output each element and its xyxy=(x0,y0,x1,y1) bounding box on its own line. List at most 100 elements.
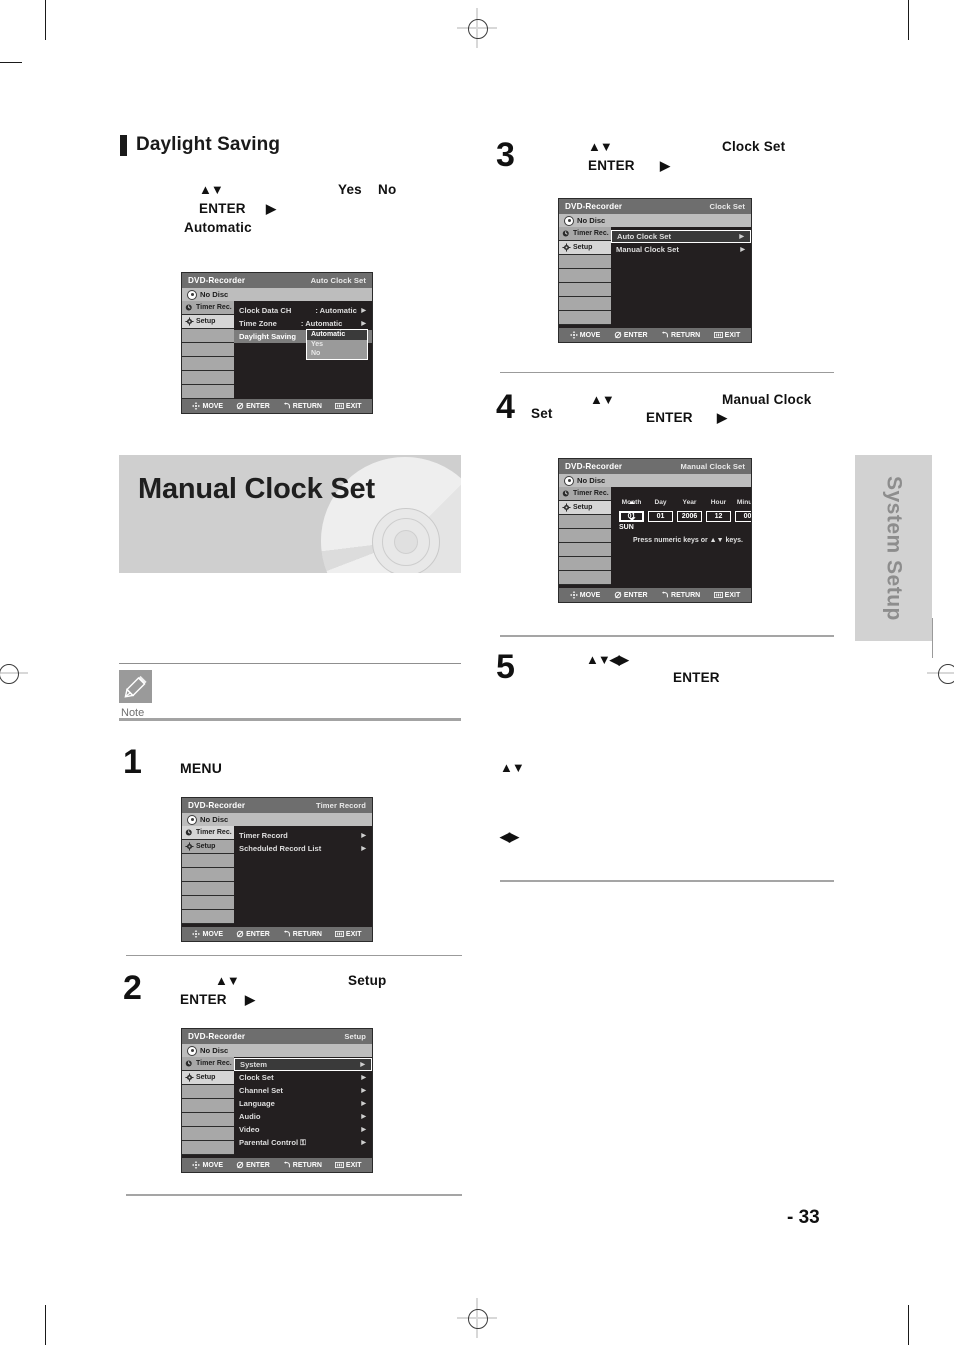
osd-main-panel: Timer Record ▶ Scheduled Record List ▶ xyxy=(234,826,372,927)
footer-move[interactable]: MOVE xyxy=(192,930,223,938)
step-number-3: 3 xyxy=(496,136,515,174)
key-set-step4: Set xyxy=(531,406,553,421)
osd-row-value: : Automatic xyxy=(315,306,357,315)
daylight-saving-dropdown[interactable]: Automatic Yes No xyxy=(306,329,368,360)
osd-footer-bar: MOVE ENTER RETURN EXIT xyxy=(559,328,751,342)
sidebar-item-timer-rec[interactable]: Timer Rec. xyxy=(182,826,234,840)
footer-enter[interactable]: ENTER xyxy=(614,331,648,339)
sidebar-item-setup[interactable]: Setup xyxy=(559,241,611,255)
gear-icon xyxy=(185,317,194,326)
enter-icon xyxy=(614,331,622,339)
separator-after-step2 xyxy=(126,1194,462,1196)
osd-timer-record[interactable]: DVD-Recorder Timer Record No Disc Timer … xyxy=(181,797,373,942)
osd-footer-bar: MOVE ENTER RETURN EXIT xyxy=(182,927,372,941)
footer-exit[interactable]: EXIT xyxy=(334,402,361,410)
footer-exit[interactable]: EXIT xyxy=(713,331,740,339)
footer-return[interactable]: RETURN xyxy=(661,591,700,599)
chevron-right-icon: ▶ xyxy=(361,308,366,314)
footer-return[interactable]: RETURN xyxy=(283,402,322,410)
osd-row-audio[interactable]: Audio ▶ xyxy=(234,1110,372,1123)
sidebar-item-timer-rec[interactable]: Timer Rec. xyxy=(559,487,611,501)
key-clock-set-step3: Clock Set xyxy=(722,139,786,154)
sidebar-row-blank xyxy=(182,371,234,385)
return-icon xyxy=(283,402,290,409)
sidebar-row-blank xyxy=(182,1099,234,1113)
crop-mark-top-left-v xyxy=(45,0,46,40)
sidebar-item-setup[interactable]: Setup xyxy=(182,315,234,329)
return-icon xyxy=(283,930,290,937)
key-quad-arrows-step5: ▲▼◀▶ xyxy=(586,652,629,667)
footer-enter[interactable]: ENTER xyxy=(614,591,648,599)
footer-enter[interactable]: ENTER xyxy=(236,1161,270,1169)
footer-move[interactable]: MOVE xyxy=(569,331,600,339)
key-updown-step3: ▲▼ xyxy=(588,139,613,154)
osd-sidebar: Timer Rec. Setup xyxy=(559,227,611,328)
crop-mark-bottom-left-v xyxy=(45,1305,46,1345)
osd-row-scheduled-record-list[interactable]: Scheduled Record List ▶ xyxy=(234,842,372,855)
timer-rec-icon xyxy=(185,829,192,836)
sidebar-item-timer-rec[interactable]: Timer Rec. xyxy=(182,301,234,315)
footer-move[interactable]: MOVE xyxy=(192,1161,223,1169)
osd-setup-menu[interactable]: DVD-Recorder Setup No Disc Timer Rec. Se… xyxy=(181,1028,373,1173)
footer-return[interactable]: RETURN xyxy=(661,331,700,339)
dropdown-option-automatic[interactable]: Automatic xyxy=(307,330,367,340)
osd-screen-name: Timer Record xyxy=(315,801,366,810)
timer-rec-icon xyxy=(185,1060,192,1067)
osd-row-language[interactable]: Language ▶ xyxy=(234,1097,372,1110)
key-enter-step2: ENTER xyxy=(180,992,227,1007)
clock-field-minute[interactable]: 00 xyxy=(735,511,751,522)
dpad-icon xyxy=(192,1161,201,1169)
osd-row-label: Language xyxy=(239,1099,275,1108)
footer-move[interactable]: MOVE xyxy=(569,591,600,599)
footer-enter[interactable]: ENTER xyxy=(236,930,270,938)
osd-disc-status-label: No Disc xyxy=(577,476,606,485)
clock-field-year[interactable]: 2006 xyxy=(677,511,702,522)
osd-row-auto-clock-set[interactable]: Auto Clock Set ▶ xyxy=(611,230,751,243)
osd-row-clock-data-ch[interactable]: Clock Data CH : Automatic ▶ xyxy=(234,304,372,317)
sidebar-item-timer-rec[interactable]: Timer Rec. xyxy=(559,227,611,241)
exit-icon xyxy=(713,332,723,338)
exit-icon xyxy=(334,931,344,937)
footer-enter[interactable]: ENTER xyxy=(236,402,270,410)
sidebar-item-timer-rec[interactable]: Timer Rec. xyxy=(182,1057,234,1071)
key-setup-step2: Setup xyxy=(348,973,387,988)
footer-exit[interactable]: EXIT xyxy=(334,1161,361,1169)
osd-row-system[interactable]: System ▶ xyxy=(234,1058,372,1071)
osd-clock-set[interactable]: DVD-Recorder Clock Set No Disc Timer Rec… xyxy=(558,198,752,343)
sidebar-row-blank xyxy=(559,515,611,529)
osd-row-manual-clock-set[interactable]: Manual Clock Set ▶ xyxy=(611,243,751,256)
sidebar-item-setup[interactable]: Setup xyxy=(182,1071,234,1085)
osd-row-clock-set[interactable]: Clock Set ▶ xyxy=(234,1071,372,1084)
chevron-right-icon: ▶ xyxy=(361,1127,366,1133)
footer-return-label: RETURN xyxy=(671,591,701,599)
clock-field-day[interactable]: 01 xyxy=(648,511,673,522)
crop-mark-top-right-v xyxy=(908,0,909,40)
footer-return[interactable]: RETURN xyxy=(283,930,322,938)
osd-row-channel-set[interactable]: Channel Set ▶ xyxy=(234,1084,372,1097)
osd-row-video[interactable]: Video ▶ xyxy=(234,1123,372,1136)
dropdown-option-no[interactable]: No xyxy=(307,349,367,359)
key-enter-step4: ENTER xyxy=(646,410,693,425)
footer-exit[interactable]: EXIT xyxy=(334,930,361,938)
chevron-right-icon: ▶ xyxy=(361,1101,366,1107)
osd-titlebar: DVD-Recorder Auto Clock Set xyxy=(182,273,372,288)
exit-icon xyxy=(334,1162,344,1168)
disc-icon xyxy=(187,1045,197,1056)
chevron-right-icon: ▶ xyxy=(361,321,366,327)
dropdown-option-yes[interactable]: Yes xyxy=(307,339,367,349)
footer-enter-label: ENTER xyxy=(246,930,270,938)
osd-disc-status-bar: No Disc xyxy=(182,813,372,826)
sidebar-item-setup[interactable]: Setup xyxy=(182,840,234,854)
dpad-icon xyxy=(569,331,578,339)
osd-row-label: Clock Data CH xyxy=(239,306,292,315)
osd-auto-clock-set[interactable]: DVD-Recorder Auto Clock Set No Disc Time… xyxy=(181,272,373,414)
footer-return[interactable]: RETURN xyxy=(283,1161,322,1169)
footer-exit[interactable]: EXIT xyxy=(713,591,740,599)
footer-move[interactable]: MOVE xyxy=(192,402,223,410)
osd-row-parental-control[interactable]: Parental Control ⚿ ▶ xyxy=(234,1136,372,1149)
osd-manual-clock-set[interactable]: DVD-Recorder Manual Clock Set No Disc Ti… xyxy=(558,458,752,603)
sidebar-item-timer-rec-label: Timer Rec. xyxy=(573,230,609,237)
clock-field-hour[interactable]: 12 xyxy=(706,511,731,522)
osd-row-timer-record[interactable]: Timer Record ▶ xyxy=(234,829,372,842)
sidebar-item-setup[interactable]: Setup xyxy=(559,501,611,515)
